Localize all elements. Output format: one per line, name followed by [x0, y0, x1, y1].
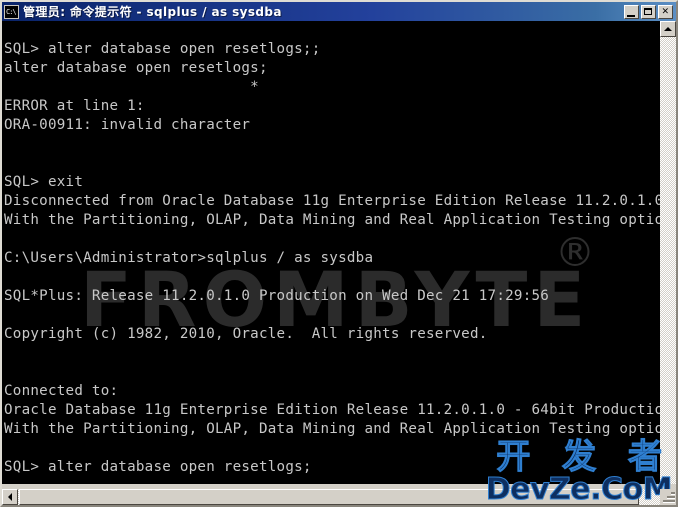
- close-button[interactable]: ✕: [658, 3, 673, 19]
- chevron-left-icon: [8, 493, 12, 501]
- console-icon: [4, 4, 19, 19]
- console-line: alter database open resetlogs;: [4, 60, 268, 76]
- console-line: ORA-00911: invalid character: [4, 117, 251, 133]
- minimize-button[interactable]: [624, 4, 639, 19]
- window-controls: ✕: [624, 3, 673, 19]
- vertical-scrollbar[interactable]: [660, 21, 676, 484]
- console-line: Copyright (c) 1982, 2010, Oracle. All ri…: [4, 326, 488, 342]
- console-line: SQL> alter database open resetlogs;;: [4, 41, 321, 57]
- console-line: With the Partitioning, OLAP, Data Mining…: [4, 421, 660, 437]
- close-icon: ✕: [662, 3, 669, 17]
- console-line: SQL*Plus: Release 11.2.0.1.0 Production …: [4, 288, 550, 304]
- console-line: Connected to:: [4, 383, 119, 399]
- horizontal-scroll-thumb[interactable]: [19, 489, 639, 505]
- window-titlebar[interactable]: 管理员: 命令提示符 - sqlplus / as sysdba ✕: [2, 2, 676, 21]
- resize-grip[interactable]: [660, 489, 676, 505]
- console-client-area[interactable]: FROMBYTE ® SQL> alter database open rese…: [2, 21, 660, 484]
- console-line: *: [4, 79, 259, 95]
- maximize-button[interactable]: [641, 4, 656, 19]
- maximize-icon: [644, 7, 652, 15]
- scroll-left-button[interactable]: [2, 489, 18, 505]
- console-line: SQL> alter database open resetlogs;: [4, 459, 312, 475]
- console-line: With the Partitioning, OLAP, Data Mining…: [4, 212, 660, 228]
- window-title: 管理员: 命令提示符 - sqlplus / as sysdba: [23, 5, 282, 19]
- horizontal-scrollbar[interactable]: [2, 489, 660, 505]
- chevron-up-icon: [664, 27, 672, 31]
- console-window: 管理员: 命令提示符 - sqlplus / as sysdba ✕ FROMB…: [0, 0, 678, 507]
- console-line: Oracle Database 11g Enterprise Edition R…: [4, 402, 660, 418]
- console-line: C:\Users\Administrator>sqlplus / as sysd…: [4, 250, 374, 266]
- console-text-buffer: SQL> alter database open resetlogs;; alte…: [4, 21, 660, 484]
- minimize-icon: [627, 14, 635, 17]
- scroll-up-button[interactable]: [660, 21, 676, 37]
- console-line: ERROR at line 1:: [4, 98, 145, 114]
- console-line: SQL> exit: [4, 174, 84, 190]
- console-line: Disconnected from Oracle Database 11g En…: [4, 193, 660, 209]
